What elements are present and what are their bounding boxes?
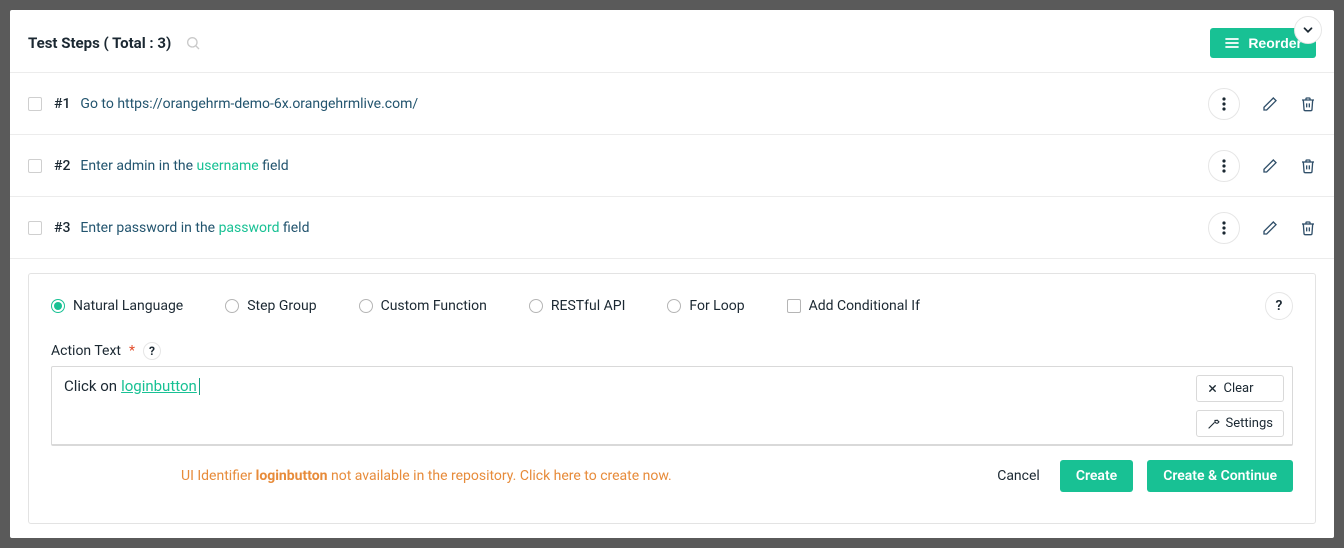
radio-label: For Loop — [689, 298, 744, 314]
step-checkbox[interactable] — [28, 159, 42, 173]
step-type-restful-api[interactable]: RESTful API — [529, 298, 625, 314]
wrench-icon — [1207, 417, 1220, 430]
step-type-selector: Natural Language Step Group Custom Funct… — [51, 292, 1293, 320]
action-text-label: Action Text — [51, 343, 121, 359]
trash-icon — [1300, 96, 1316, 112]
edit-button[interactable] — [1262, 220, 1278, 236]
delete-button[interactable] — [1300, 158, 1316, 174]
trash-icon — [1300, 158, 1316, 174]
checkbox-icon — [787, 299, 801, 313]
step-editor: Natural Language Step Group Custom Funct… — [28, 273, 1316, 524]
action-prefix: Click on — [64, 377, 117, 395]
panel-header: Test Steps ( Total : 3) Reorder — [10, 10, 1334, 73]
more-actions-button[interactable] — [1208, 212, 1240, 244]
action-text-label-row: Action Text * ? — [51, 342, 1293, 360]
step-number: #3 — [54, 220, 70, 236]
settings-label: Settings — [1226, 416, 1273, 431]
more-actions-button[interactable] — [1208, 88, 1240, 120]
radio-icon — [225, 299, 239, 313]
step-checkbox[interactable] — [28, 221, 42, 235]
create-button[interactable]: Create — [1060, 460, 1133, 492]
radio-label: RESTful API — [551, 298, 625, 314]
radio-icon — [51, 299, 65, 313]
ui-identifier-token: username — [197, 158, 259, 174]
menu-icon — [1224, 37, 1240, 49]
delete-button[interactable] — [1300, 96, 1316, 112]
step-text: Go to https://orangehrm-demo-6x.orangehr… — [80, 96, 418, 112]
trash-icon — [1300, 220, 1316, 236]
step-text: Enter admin in the username field — [80, 158, 288, 174]
radio-icon — [667, 299, 681, 313]
step-checkbox[interactable] — [28, 97, 42, 111]
x-icon — [1207, 383, 1218, 394]
radio-label: Natural Language — [73, 298, 183, 314]
kebab-icon — [1222, 97, 1226, 111]
test-steps-panel: Test Steps ( Total : 3) Reorder #1 Go to… — [10, 10, 1334, 538]
kebab-icon — [1222, 221, 1226, 235]
action-text-input[interactable]: Click on loginbutton Clear Settings — [51, 366, 1293, 446]
delete-button[interactable] — [1300, 220, 1316, 236]
search-icon[interactable] — [185, 35, 201, 51]
radio-label: Custom Function — [381, 298, 487, 314]
editor-footer: UI Identifier loginbutton not available … — [51, 460, 1293, 492]
clear-label: Clear — [1224, 381, 1254, 396]
radio-icon — [529, 299, 543, 313]
help-button[interactable]: ? — [1265, 292, 1293, 320]
editor-actions: Cancel Create Create & Continue — [991, 460, 1293, 492]
step-row[interactable]: #1 Go to https://orangehrm-demo-6x.orang… — [10, 73, 1334, 135]
action-text-content: Click on loginbutton — [64, 377, 200, 395]
step-actions — [1208, 150, 1316, 182]
step-actions — [1208, 212, 1316, 244]
create-continue-button[interactable]: Create & Continue — [1147, 460, 1293, 492]
more-actions-button[interactable] — [1208, 150, 1240, 182]
reorder-label: Reorder — [1248, 35, 1302, 51]
step-row[interactable]: #2 Enter admin in the username field — [10, 135, 1334, 197]
step-type-conditional-if[interactable]: Add Conditional If — [787, 298, 920, 314]
radio-label: Step Group — [247, 298, 316, 314]
step-type-natural-language[interactable]: Natural Language — [51, 298, 183, 314]
step-actions — [1208, 88, 1316, 120]
ui-identifier-token: password — [219, 220, 280, 236]
step-number: #2 — [54, 158, 70, 174]
cancel-button[interactable]: Cancel — [991, 467, 1046, 485]
collapse-panel-button[interactable] — [1294, 16, 1322, 44]
text-caret — [199, 378, 200, 395]
pencil-icon — [1262, 96, 1278, 112]
radio-icon — [359, 299, 373, 313]
step-url: https://orangehrm-demo-6x.orangehrmlive.… — [117, 96, 418, 112]
step-text: Enter password in the password field — [80, 220, 309, 236]
pencil-icon — [1262, 158, 1278, 174]
checkbox-label: Add Conditional If — [809, 298, 920, 314]
clear-button[interactable]: Clear — [1196, 375, 1284, 402]
panel-title: Test Steps ( Total : 3) — [28, 34, 171, 52]
settings-button[interactable]: Settings — [1196, 410, 1284, 437]
step-number: #1 — [54, 96, 70, 112]
step-prefix: Go to — [80, 96, 117, 112]
edit-button[interactable] — [1262, 96, 1278, 112]
ui-identifier-warning[interactable]: UI Identifier loginbutton not available … — [181, 468, 672, 484]
kebab-icon — [1222, 159, 1226, 173]
pencil-icon — [1262, 220, 1278, 236]
step-type-step-group[interactable]: Step Group — [225, 298, 316, 314]
step-type-custom-function[interactable]: Custom Function — [359, 298, 487, 314]
edit-button[interactable] — [1262, 158, 1278, 174]
step-row[interactable]: #3 Enter password in the password field — [10, 197, 1334, 259]
step-type-for-loop[interactable]: For Loop — [667, 298, 744, 314]
ui-identifier-token[interactable]: loginbutton — [121, 377, 197, 395]
action-text-help-button[interactable]: ? — [143, 342, 161, 360]
required-indicator: * — [129, 343, 135, 359]
